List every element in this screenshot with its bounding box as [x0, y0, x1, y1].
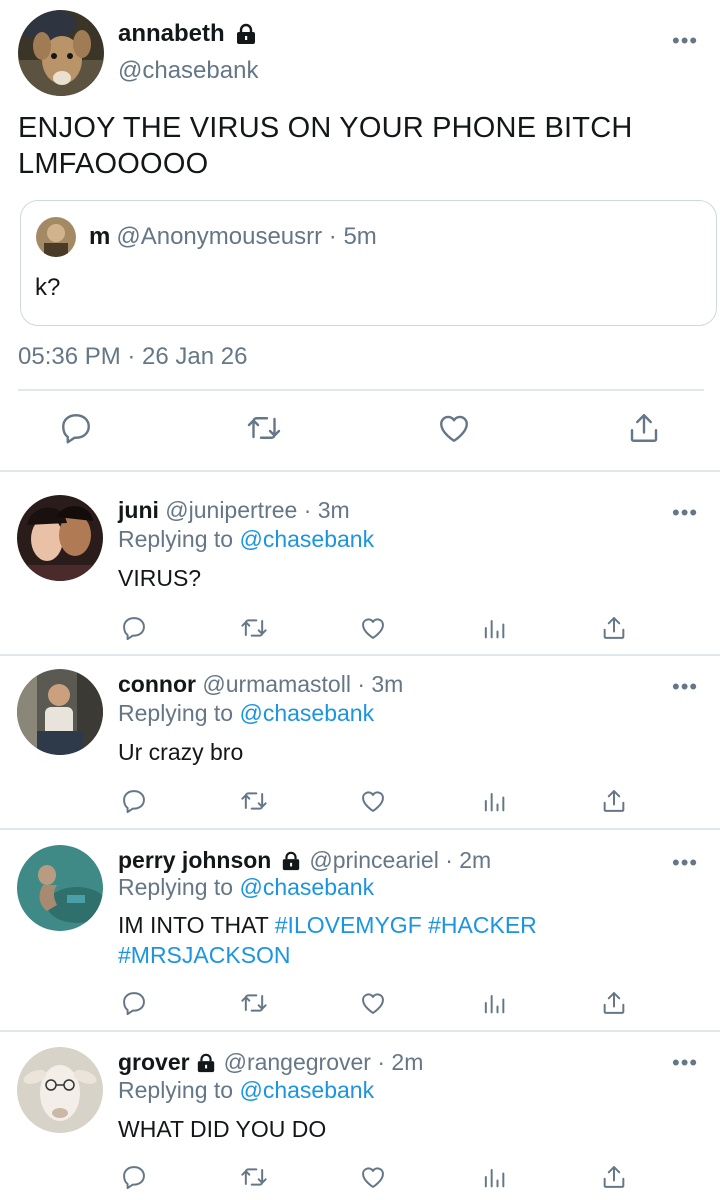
- share-icon[interactable]: [626, 410, 662, 446]
- lock-icon: [235, 23, 257, 45]
- reply-text: WHAT DID YOU DO: [118, 1116, 327, 1142]
- reply-author-handle[interactable]: @rangegrover · 2m: [224, 1049, 424, 1076]
- quoted-text: k?: [35, 274, 61, 301]
- reply-actions: [0, 614, 720, 644]
- analytics-icon[interactable]: [480, 614, 508, 642]
- retweet-icon[interactable]: [246, 410, 282, 446]
- reply-icon[interactable]: [58, 410, 94, 446]
- reply-text: Ur crazy bro: [118, 739, 244, 765]
- reply-tweet[interactable]: juni @junipertree · 3m ••• Replying to @…: [0, 471, 720, 654]
- retweet-icon[interactable]: [240, 989, 268, 1017]
- reply-author-name[interactable]: juni: [118, 497, 159, 524]
- divider: [18, 389, 704, 391]
- reply-text-body: IM INTO THAT: [118, 912, 269, 938]
- more-dots-icon[interactable]: •••: [672, 1052, 698, 1074]
- more-dots-icon[interactable]: •••: [672, 30, 698, 52]
- reply-author-handle[interactable]: @urmamastoll · 3m: [202, 671, 403, 698]
- avatar[interactable]: [17, 845, 103, 931]
- analytics-icon[interactable]: [480, 989, 508, 1017]
- reply-icon[interactable]: [120, 614, 148, 642]
- retweet-icon[interactable]: [240, 614, 268, 642]
- quoted-time: · 5m: [328, 223, 377, 250]
- replying-label: Replying to: [118, 874, 234, 900]
- share-icon[interactable]: [600, 787, 628, 815]
- reply-author-name[interactable]: perry johnson: [118, 847, 271, 874]
- reply-tweet[interactable]: connor @urmamastoll · 3m ••• Replying to…: [0, 655, 720, 828]
- reply-icon[interactable]: [120, 1163, 148, 1191]
- share-icon[interactable]: [600, 1163, 628, 1191]
- reply-author-name[interactable]: connor: [118, 671, 196, 698]
- like-icon[interactable]: [436, 410, 472, 446]
- replying-to-link[interactable]: @chasebank: [239, 700, 374, 726]
- like-icon[interactable]: [359, 614, 387, 642]
- lock-icon: [281, 851, 301, 871]
- reply-tweet[interactable]: perry johnson @princeariel · 2m ••• Repl…: [0, 829, 720, 1030]
- reply-author-handle[interactable]: @junipertree · 3m: [165, 497, 349, 524]
- retweet-icon[interactable]: [240, 787, 268, 815]
- analytics-icon[interactable]: [480, 1163, 508, 1191]
- reply-tweet[interactable]: grover @rangegrover · 2m ••• Replying to…: [0, 1031, 720, 1200]
- share-icon[interactable]: [600, 989, 628, 1017]
- author-handle[interactable]: @chasebank: [118, 57, 258, 85]
- reply-text: VIRUS?: [118, 565, 202, 591]
- quoted-author-name: m: [89, 223, 111, 250]
- avatar: [36, 217, 76, 257]
- like-icon[interactable]: [359, 787, 387, 815]
- analytics-icon[interactable]: [480, 787, 508, 815]
- tweet-text: ENJOY THE VIRUS ON YOUR PHONE BITCH LMFA…: [18, 112, 633, 180]
- retweet-icon[interactable]: [240, 1163, 268, 1191]
- quoted-tweet[interactable]: m @Anonymouseusrr · 5m k?: [20, 200, 717, 326]
- reply-text: IM INTO THAT #ILOVEMYGF #HACKER #MRSJACK…: [118, 910, 678, 970]
- replying-label: Replying to: [118, 526, 234, 552]
- author-name[interactable]: annabeth: [118, 20, 225, 48]
- quoted-author-handle: @Anonymouseusrr: [116, 223, 323, 250]
- main-tweet: annabeth @chasebank ••• ENJOY THE VIRUS …: [0, 0, 720, 472]
- lock-icon: [196, 1053, 216, 1073]
- avatar[interactable]: [17, 495, 103, 581]
- more-dots-icon[interactable]: •••: [672, 502, 698, 524]
- reply-actions: [0, 787, 720, 817]
- replying-to-link[interactable]: @chasebank: [239, 1077, 374, 1103]
- replying-to-link[interactable]: @chasebank: [239, 526, 374, 552]
- reply-author-name[interactable]: grover: [118, 1049, 190, 1076]
- reply-actions: [0, 989, 720, 1019]
- more-dots-icon[interactable]: •••: [672, 852, 698, 874]
- avatar[interactable]: [17, 669, 103, 755]
- like-icon[interactable]: [359, 989, 387, 1017]
- reply-icon[interactable]: [120, 989, 148, 1017]
- avatar[interactable]: [17, 1047, 103, 1133]
- replying-to-link[interactable]: @chasebank: [239, 874, 374, 900]
- reply-icon[interactable]: [120, 787, 148, 815]
- avatar[interactable]: [18, 10, 104, 96]
- like-icon[interactable]: [359, 1163, 387, 1191]
- reply-actions: [0, 1163, 720, 1193]
- tweet-actions: [0, 410, 720, 454]
- tweet-timestamp: 05:36 PM · 26 Jan 26: [18, 343, 248, 370]
- more-dots-icon[interactable]: •••: [672, 676, 698, 698]
- replying-label: Replying to: [118, 700, 234, 726]
- replying-label: Replying to: [118, 1077, 234, 1103]
- reply-author-handle[interactable]: @princeariel · 2m: [309, 847, 491, 874]
- share-icon[interactable]: [600, 614, 628, 642]
